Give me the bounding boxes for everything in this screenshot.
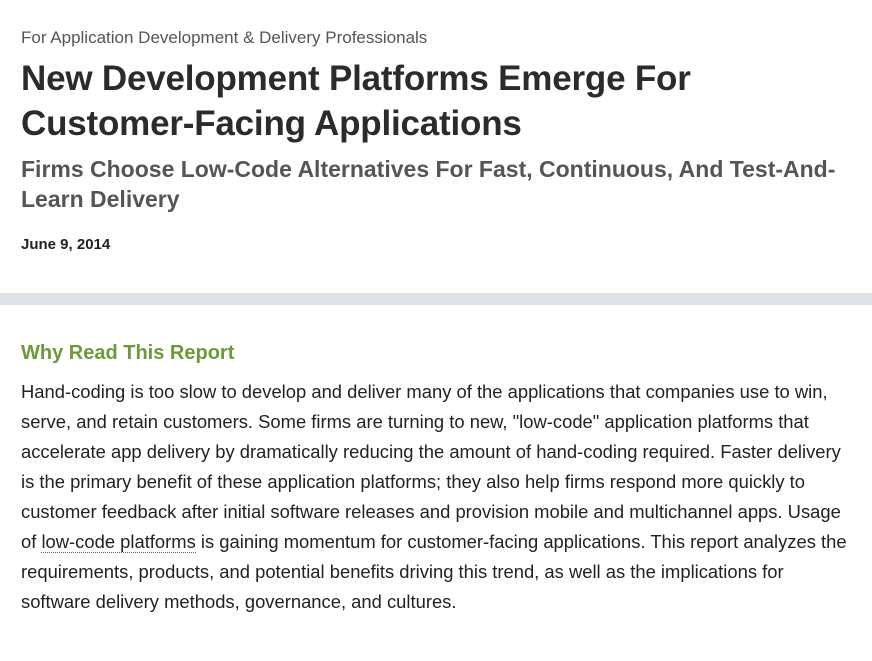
publish-date: June 9, 2014 [21,236,111,253]
report-subtitle-line-1: Firms Choose Low-Code Alternatives For F… [21,156,836,182]
section-heading: Why Read This Report [21,342,235,364]
audience-label: For Application Development & Delivery P… [21,28,428,47]
report-header: For Application Development & Delivery P… [0,0,872,267]
report-subtitle-line-2: Learn Delivery [21,186,180,212]
summary-paragraph: Hand-coding is too slow to develop and d… [21,377,851,617]
report-subtitle: Firms Choose Low-Code Alternatives For F… [21,154,851,214]
why-read-section: Why Read This Report Hand-coding is too … [0,305,872,617]
low-code-platforms-link[interactable]: low-code platforms [41,531,196,553]
report-title-line-2: Customer-Facing Applications [21,104,522,143]
section-divider [0,293,872,305]
summary-text-before-link: Hand-coding is too slow to develop and d… [21,381,841,552]
report-title-line-1: New Development Platforms Emerge For [21,59,691,98]
report-page: For Application Development & Delivery P… [0,0,872,617]
report-title: New Development Platforms Emerge For Cus… [21,56,851,146]
